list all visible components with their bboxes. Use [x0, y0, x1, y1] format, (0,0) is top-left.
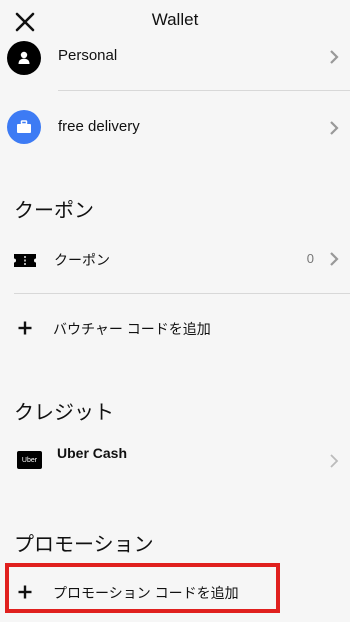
briefcase-icon	[7, 110, 41, 144]
highlight-box	[5, 563, 280, 613]
section-title-coupons: クーポン	[14, 200, 94, 222]
section-title-credits: クレジット	[14, 402, 114, 424]
add-voucher-label: バウチャー コードを追加	[53, 321, 211, 337]
uber-cash-row[interactable]: Uber Uber Cash	[0, 440, 350, 480]
plus-icon	[17, 320, 33, 336]
uber-logo-text: Uber	[21, 456, 38, 464]
coupon-label: クーポン	[54, 252, 110, 268]
profile-row-personal[interactable]: Personal	[0, 38, 350, 76]
profile-label: free delivery	[58, 118, 140, 135]
chevron-right-icon	[328, 453, 340, 469]
uber-logo: Uber	[17, 451, 42, 469]
chevron-right-icon	[328, 49, 340, 65]
profile-row-free-delivery[interactable]: free delivery	[0, 108, 350, 146]
ticket-icon	[13, 253, 37, 268]
coupon-row[interactable]: クーポン 0	[0, 242, 350, 276]
chevron-right-icon	[328, 120, 340, 136]
page-title: Wallet	[151, 10, 199, 29]
person-icon	[7, 41, 41, 75]
divider	[14, 293, 350, 294]
profile-label: Personal	[58, 47, 118, 64]
section-title-promotions: プロモーション	[14, 534, 154, 556]
chevron-right-icon	[328, 251, 340, 267]
divider	[58, 90, 350, 91]
add-voucher-code-button[interactable]: バウチャー コードを追加	[0, 312, 350, 344]
coupon-count: 0	[306, 251, 314, 266]
uber-cash-label: Uber Cash	[57, 445, 128, 461]
